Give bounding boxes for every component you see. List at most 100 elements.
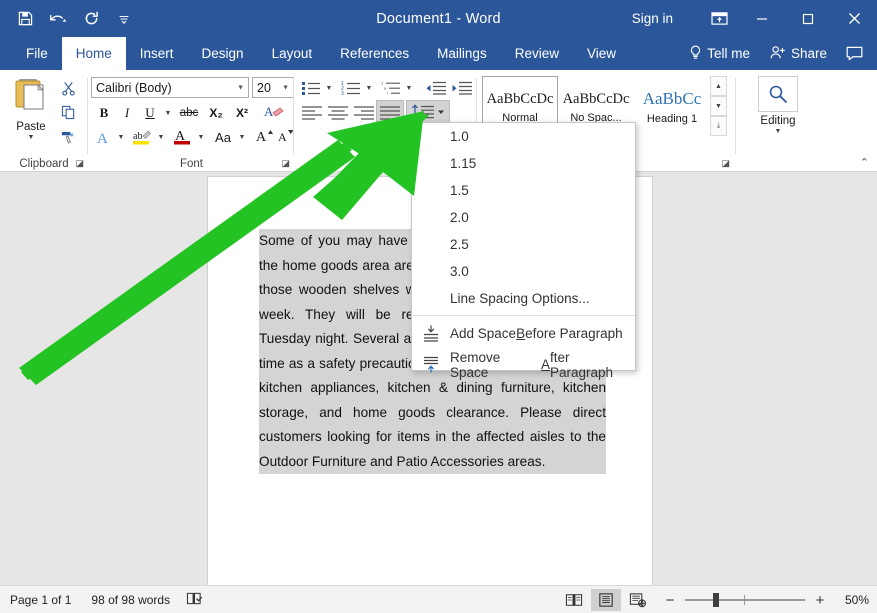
sign-in-button[interactable]: Sign in [622, 11, 683, 26]
svg-text:i: i [387, 91, 388, 96]
styles-more-icon[interactable]: ⤓ [710, 116, 727, 136]
grow-font-button[interactable]: A [254, 125, 276, 147]
editing-label: Editing [760, 115, 796, 127]
ribbon-display-options-icon[interactable] [699, 0, 739, 37]
align-left-button[interactable] [299, 101, 325, 123]
close-button[interactable] [831, 0, 877, 37]
zoom-slider[interactable] [685, 593, 805, 607]
superscript-button[interactable]: X² [230, 102, 254, 124]
tab-design[interactable]: Design [188, 37, 258, 70]
remove-space-after-label-post: fter Paragraph [549, 349, 614, 380]
line-spacing-option-3-0[interactable]: 3.0 [412, 258, 635, 285]
paste-button[interactable]: Paste ▼ [8, 76, 54, 148]
italic-button[interactable]: I [117, 102, 137, 124]
format-painter-button[interactable] [56, 125, 80, 147]
minimize-button[interactable] [739, 0, 785, 37]
bullets-button[interactable] [299, 77, 323, 99]
clipboard-dialog-launcher[interactable]: ◪ [75, 158, 84, 169]
paste-dropdown-arrow-icon[interactable]: ▼ [28, 134, 35, 141]
maximize-button[interactable] [785, 0, 831, 37]
underline-dropdown-arrow-icon[interactable]: ▼ [162, 102, 174, 124]
font-color-button[interactable]: A [170, 126, 194, 148]
font-size-dropdown-arrow-icon[interactable]: ▼ [282, 84, 289, 91]
underline-button[interactable]: U [139, 102, 161, 124]
line-spacing-option-2-5[interactable]: 2.5 [412, 231, 635, 258]
tab-view[interactable]: View [573, 37, 630, 70]
word-count-indicator[interactable]: 98 of 98 words [81, 593, 180, 607]
text-effects-button[interactable]: A [93, 126, 115, 148]
print-layout-view-button[interactable] [591, 589, 621, 611]
font-name-combobox[interactable]: Calibri (Body) ▼ [91, 77, 249, 98]
tab-layout[interactable]: Layout [258, 37, 327, 70]
multilevel-list-button[interactable]: 1ai [379, 77, 403, 99]
increase-indent-button[interactable] [449, 77, 475, 99]
add-space-before-paragraph-item[interactable]: Add Space Before Paragraph [412, 318, 635, 349]
justify-button[interactable] [376, 100, 404, 124]
tab-home[interactable]: Home [61, 37, 126, 70]
font-group-label: Font [179, 158, 203, 170]
change-case-button[interactable]: Aa [210, 126, 236, 148]
style-name-heading-1: Heading 1 [646, 113, 698, 125]
line-spacing-options-item[interactable]: Line Spacing Options... [412, 285, 635, 312]
tab-bar-right-controls: Tell me Share [679, 37, 871, 70]
read-mode-view-button[interactable] [559, 589, 589, 611]
share-button[interactable]: Share [760, 45, 837, 63]
text-highlight-color-button[interactable]: ab [130, 126, 154, 148]
bold-button[interactable]: B [93, 102, 115, 124]
tell-me-button[interactable]: Tell me [679, 45, 760, 63]
copy-button[interactable] [56, 101, 80, 123]
ribbon-group-clipboard: Paste ▼ Clipboard ◪ [0, 70, 88, 172]
subscript-button[interactable]: X₂ [204, 102, 228, 124]
style-preview-heading-1: AaBbCс [642, 89, 702, 108]
remove-space-after-paragraph-item[interactable]: Remove Space After Paragraph [412, 349, 635, 380]
line-spacing-option-1-5[interactable]: 1.5 [412, 177, 635, 204]
tab-file[interactable]: File [12, 37, 62, 70]
text-highlight-dropdown-arrow-icon[interactable]: ▼ [155, 126, 167, 148]
proofing-errors-icon[interactable] [180, 591, 209, 609]
styles-scroll-up-icon[interactable]: ▲ [710, 76, 727, 96]
cut-button[interactable] [56, 77, 80, 99]
page-indicator[interactable]: Page 1 of 1 [0, 593, 81, 607]
font-name-dropdown-arrow-icon[interactable]: ▼ [237, 84, 244, 91]
strikethrough-button[interactable]: abc [176, 102, 202, 124]
text-effects-dropdown-arrow-icon[interactable]: ▼ [115, 126, 127, 148]
tab-references[interactable]: References [326, 37, 423, 70]
zoom-slider-thumb[interactable] [713, 593, 719, 607]
multilevel-list-dropdown-arrow-icon[interactable]: ▼ [403, 77, 415, 99]
svg-text:A: A [256, 130, 267, 145]
styles-dialog-launcher[interactable]: ◪ [721, 158, 730, 169]
font-color-dropdown-arrow-icon[interactable]: ▼ [195, 126, 207, 148]
styles-scroll-down-icon[interactable]: ▼ [710, 96, 727, 116]
line-spacing-option-1-15[interactable]: 1.15 [412, 150, 635, 177]
editing-button[interactable]: Editing ▼ [754, 76, 802, 148]
editing-dropdown-arrow-icon[interactable]: ▼ [775, 128, 782, 135]
line-spacing-option-1-0[interactable]: 1.0 [412, 123, 635, 150]
font-size-combobox[interactable]: 20 ▼ [252, 77, 294, 98]
tab-insert[interactable]: Insert [126, 37, 188, 70]
line-spacing-dropdown-menu: 1.0 1.15 1.5 2.0 2.5 3.0 Line Spacing Op… [411, 122, 636, 380]
tab-mailings[interactable]: Mailings [423, 37, 501, 70]
style-item-heading-1[interactable]: AaBbCс Heading 1 [634, 76, 710, 138]
line-spacing-option-2-0[interactable]: 2.0 [412, 204, 635, 231]
svg-text:ab: ab [133, 131, 142, 142]
decrease-indent-button[interactable] [423, 77, 449, 99]
zoom-out-button[interactable]: − [663, 592, 677, 609]
align-right-button[interactable] [351, 101, 377, 123]
change-case-dropdown-arrow-icon[interactable]: ▼ [236, 126, 248, 148]
menu-separator [412, 315, 635, 316]
font-dialog-launcher[interactable]: ◪ [281, 158, 290, 169]
line-and-paragraph-spacing-button[interactable] [406, 100, 450, 124]
zoom-in-button[interactable]: + [813, 592, 827, 609]
web-layout-view-button[interactable] [623, 589, 653, 611]
paste-label: Paste [16, 121, 46, 133]
svg-text:A: A [264, 104, 274, 119]
numbering-dropdown-arrow-icon[interactable]: ▼ [363, 77, 375, 99]
collapse-ribbon-icon[interactable]: ⌃ [860, 156, 869, 169]
zoom-level-label[interactable]: 50% [835, 593, 869, 607]
tab-review[interactable]: Review [501, 37, 573, 70]
numbering-button[interactable]: 123 [339, 77, 363, 99]
center-button[interactable] [325, 101, 351, 123]
clear-formatting-button[interactable]: A [261, 101, 287, 123]
comments-icon[interactable] [837, 37, 871, 70]
bullets-dropdown-arrow-icon[interactable]: ▼ [323, 77, 335, 99]
